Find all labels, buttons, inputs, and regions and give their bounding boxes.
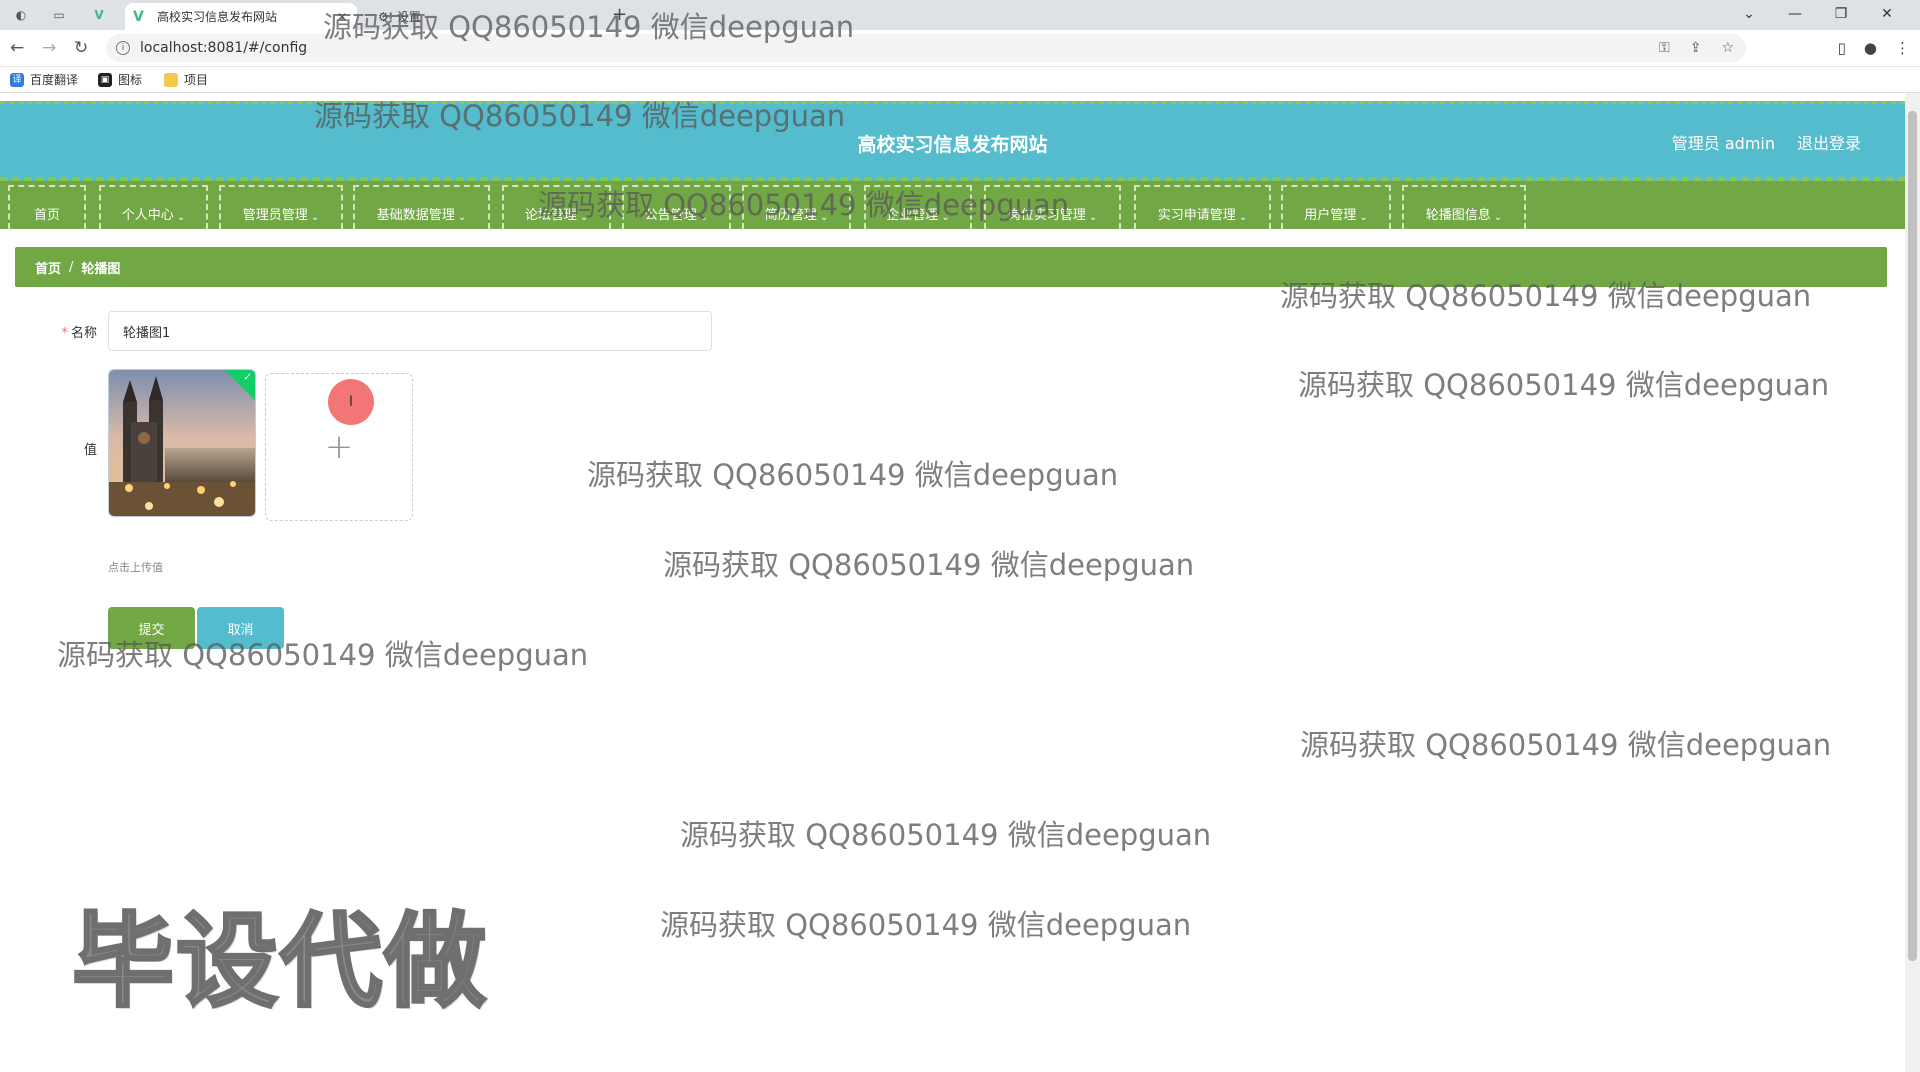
- second-tab-title: 设置: [396, 10, 421, 24]
- bookmark-projects[interactable]: 项目: [164, 71, 208, 88]
- chevron-down-icon: ⌄: [1088, 212, 1098, 223]
- key-icon[interactable]: ⚿: [1659, 40, 1670, 56]
- name-label: * 名称: [61, 326, 97, 341]
- active-tab-title: 高校实习信息发布网站: [157, 10, 278, 24]
- menu-item-application[interactable]: 实习申请管理 ⌄: [1134, 185, 1271, 229]
- page-scrollbar[interactable]: [1905, 93, 1920, 1072]
- star-icon[interactable]: ☆: [1721, 40, 1734, 56]
- required-asterisk: *: [61, 326, 68, 341]
- tab-search-icon[interactable]: ⌄: [1726, 3, 1772, 25]
- chevron-down-icon: ⌄: [941, 212, 950, 223]
- text-cursor-icon: I: [348, 394, 354, 410]
- menu-item-users[interactable]: 用户管理 ⌄: [1281, 185, 1391, 229]
- menu-dots-icon[interactable]: ⋮: [1895, 39, 1910, 57]
- bookmark-translate[interactable]: 译 百度翻译: [10, 71, 78, 88]
- menu-item-internship[interactable]: 岗位实习管理 ⌄: [984, 185, 1121, 229]
- translate-icon: 译: [10, 72, 24, 87]
- chevron-down-icon: ⌄: [457, 212, 467, 223]
- chevron-down-icon: ⌄: [579, 212, 589, 223]
- site-title: 高校实习信息发布网站: [857, 134, 1048, 156]
- active-tab[interactable]: V 高校实习信息发布网站 ✕: [125, 3, 357, 30]
- admin-label: 管理员 admin: [1671, 134, 1775, 153]
- gear-icon: ⚙: [378, 9, 389, 24]
- blank-tab-icon[interactable]: ▭: [48, 5, 70, 25]
- folder-icon: [164, 72, 178, 87]
- forward-icon[interactable]: →: [42, 38, 56, 58]
- menu-item-admin[interactable]: 管理员管理 ⌄: [219, 185, 343, 229]
- main-menu: 首页 个人中心 ⌄ 管理员管理 ⌄ 基础数据管理 ⌄ 论坛管理 ⌄ 公告管理 ⌄ 简历管理…: [0, 181, 1905, 229]
- vue-logo-icon: V: [133, 8, 144, 25]
- scrollbar-thumb[interactable]: [1908, 111, 1917, 961]
- window-controls: ⌄ — ❐ ✕: [1726, 3, 1910, 25]
- close-window-icon[interactable]: ✕: [1864, 3, 1910, 25]
- omnibox[interactable]: i localhost:8081/#/config ⚿ ⇪ ☆: [106, 34, 1746, 62]
- restore-icon[interactable]: ❐: [1818, 3, 1864, 25]
- image-icon: ▣: [98, 72, 112, 87]
- reload-icon[interactable]: ↻: [74, 38, 88, 58]
- side-panel-icon[interactable]: ▯: [1838, 39, 1846, 57]
- menu-item-carousel[interactable]: 轮播图信息 ⌄: [1402, 185, 1526, 229]
- address-bar: ← → ↻ i localhost:8081/#/config ⚿ ⇪ ☆ ▯ …: [0, 30, 1920, 67]
- cathedral-photo: [109, 370, 255, 516]
- breadcrumb-separator: /: [69, 259, 74, 275]
- browser-tab-bar: ◐ ▭ V V 高校实习信息发布网站 ✕ ⚙ 设置 + ⌄ — ❐ ✕: [0, 0, 1920, 30]
- new-tab-icon[interactable]: +: [612, 4, 627, 25]
- menu-item-basic-data[interactable]: 基础数据管理 ⌄: [353, 185, 490, 229]
- chevron-down-icon: ⌄: [1238, 212, 1248, 223]
- page-content: 高校实习信息发布网站 管理员 admin 退出登录 首页 个人中心 ⌄ 管理员管理…: [0, 93, 1905, 1072]
- chevron-down-icon: ⌄: [699, 212, 709, 223]
- back-icon[interactable]: ←: [10, 38, 24, 58]
- globe-icon[interactable]: ◐: [10, 5, 32, 25]
- bookmarks-bar: 译 百度翻译 ▣ 图标 项目: [0, 67, 1920, 93]
- chevron-down-icon: ⌄: [819, 212, 829, 223]
- share-icon[interactable]: ⇪: [1690, 40, 1702, 56]
- value-label: 值: [83, 443, 97, 458]
- chevron-down-icon: ⌄: [1359, 212, 1368, 223]
- minimize-icon[interactable]: —: [1772, 3, 1818, 25]
- check-icon: ✓: [243, 370, 253, 384]
- menu-item-notice[interactable]: 公告管理 ⌄: [622, 185, 731, 229]
- vue-tab-icon[interactable]: V: [88, 5, 110, 25]
- breadcrumb-home[interactable]: 首页: [35, 258, 61, 277]
- bookmark-icons[interactable]: ▣ 图标: [98, 71, 142, 88]
- cancel-button[interactable]: 取消: [197, 607, 284, 649]
- menu-item-profile[interactable]: 个人中心 ⌄: [99, 185, 208, 229]
- upload-tip: 点击上传值: [108, 561, 163, 574]
- cursor-highlight: I: [328, 379, 374, 425]
- site-info-icon[interactable]: i: [116, 41, 130, 55]
- profile-icon[interactable]: ●: [1864, 39, 1877, 57]
- submit-button[interactable]: 提交: [108, 607, 195, 649]
- uploaded-image-thumbnail[interactable]: ✓: [108, 369, 256, 517]
- chevron-down-icon: ⌄: [1493, 212, 1503, 223]
- close-tab-icon[interactable]: ✕: [337, 10, 347, 24]
- menu-item-home[interactable]: 首页: [8, 185, 86, 229]
- breadcrumb-current: 轮播图: [81, 261, 121, 277]
- menu-item-forum[interactable]: 论坛管理 ⌄: [502, 185, 611, 229]
- second-tab[interactable]: ⚙ 设置: [370, 3, 590, 30]
- chevron-down-icon: ⌄: [176, 212, 186, 223]
- menu-item-company[interactable]: 企业管理 ⌄: [864, 185, 972, 229]
- url-text[interactable]: localhost:8081/#/config: [140, 40, 307, 56]
- breadcrumb: 首页 / 轮播图: [15, 247, 1887, 287]
- chevron-down-icon: ⌄: [310, 212, 320, 223]
- logout-link[interactable]: 退出登录: [1797, 130, 1861, 154]
- site-header: 高校实习信息发布网站 管理员 admin 退出登录: [0, 101, 1905, 181]
- menu-item-resume[interactable]: 简历管理 ⌄: [742, 185, 851, 229]
- plus-icon: +: [324, 427, 354, 467]
- name-input[interactable]: [108, 311, 712, 351]
